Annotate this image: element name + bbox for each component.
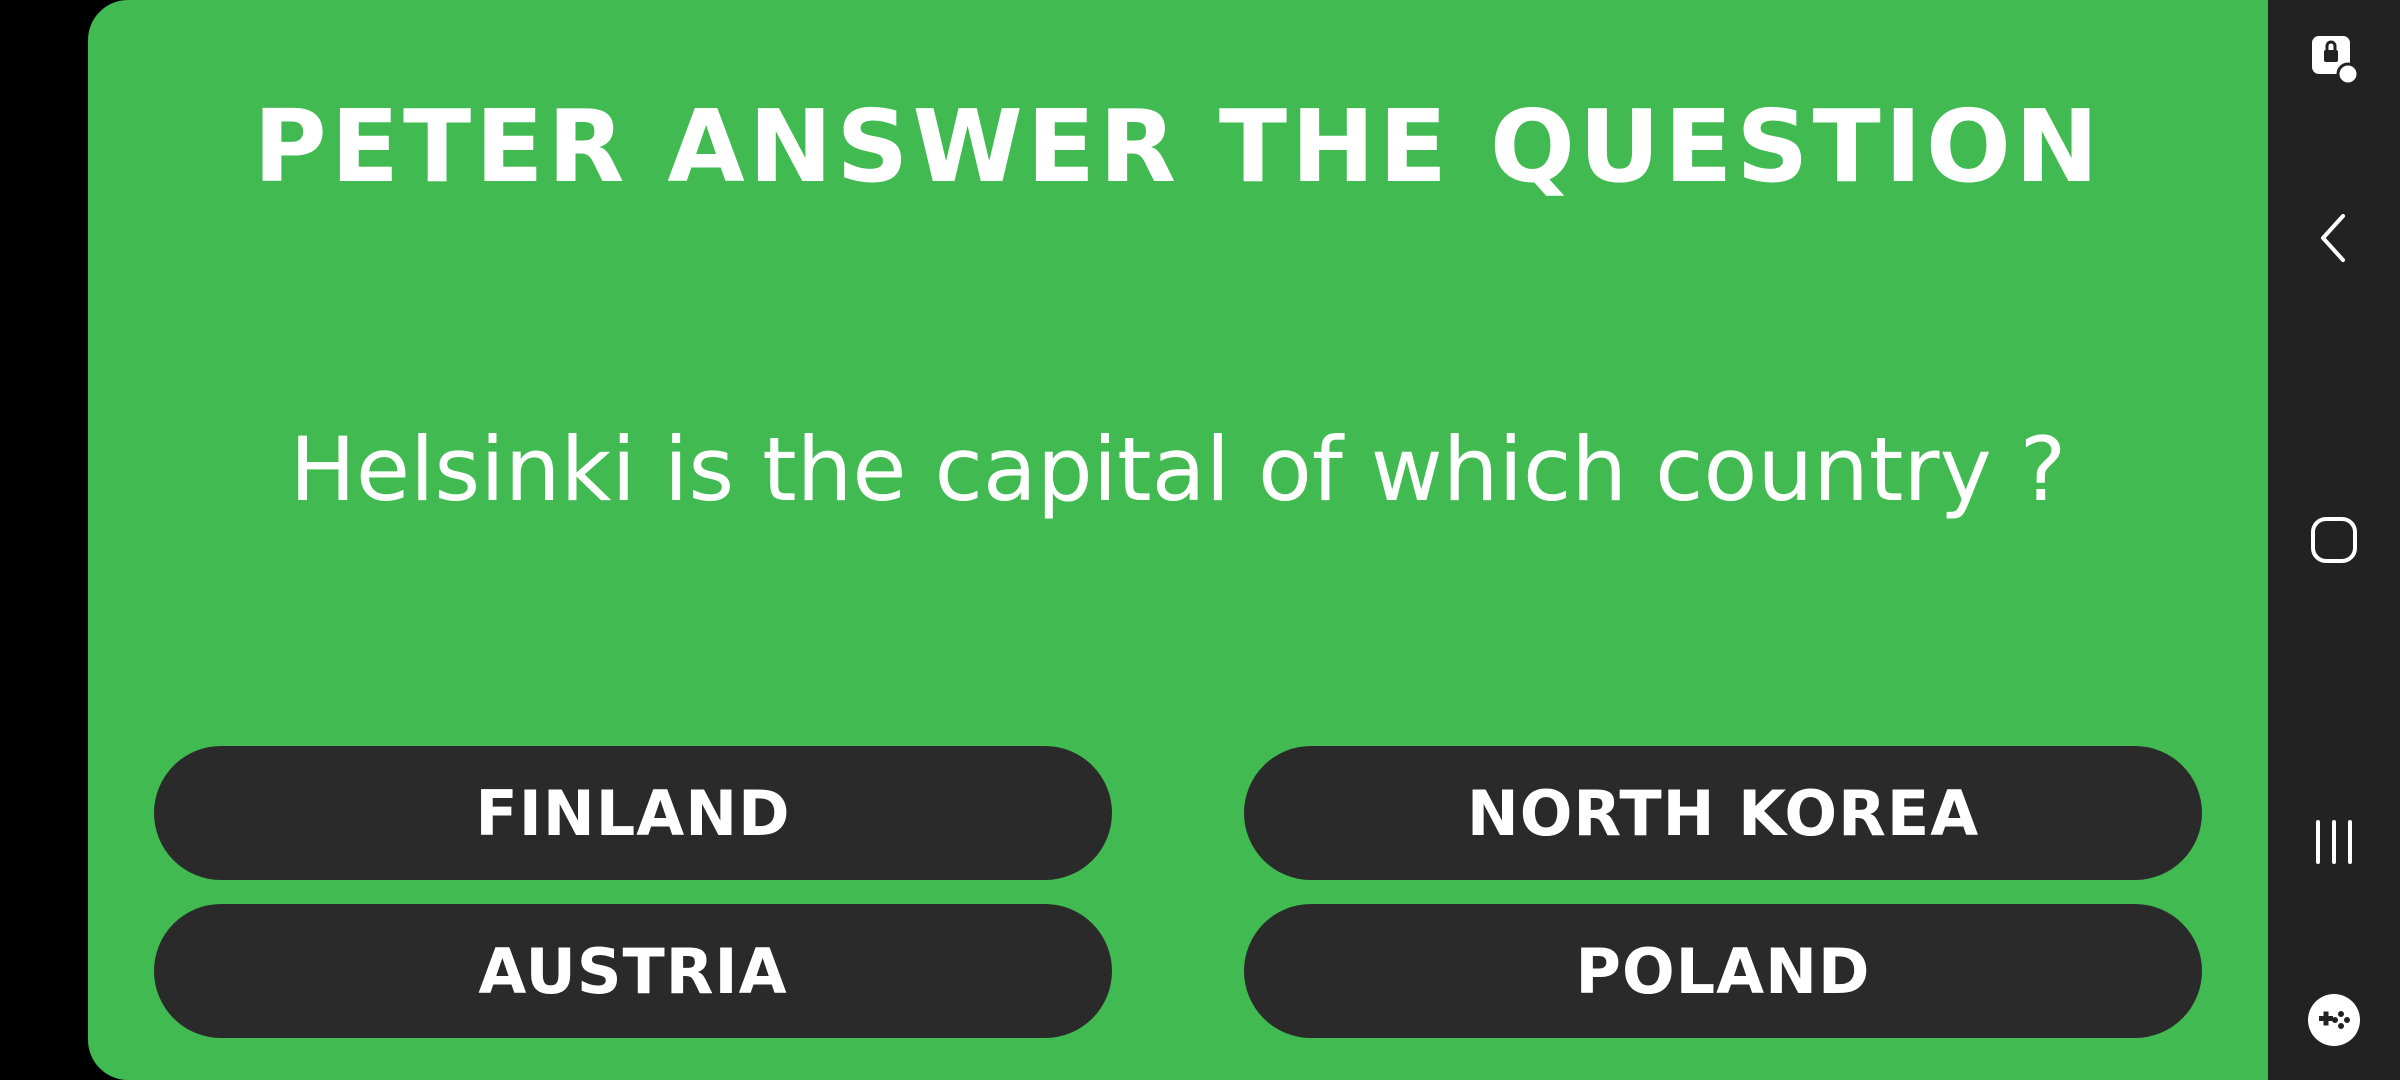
screen-lock-button[interactable] xyxy=(2268,20,2400,100)
back-icon xyxy=(2321,214,2345,262)
question-text: Helsinki is the capital of which country… xyxy=(289,418,2067,521)
home-icon xyxy=(2311,517,2357,563)
screen-lock-icon xyxy=(2312,36,2360,86)
back-button[interactable] xyxy=(2268,198,2400,278)
screen: PETER ANSWER THE QUESTION Helsinki is th… xyxy=(0,0,2400,1080)
answer-button-finland[interactable]: FINLAND xyxy=(154,746,1112,880)
quiz-panel: PETER ANSWER THE QUESTION Helsinki is th… xyxy=(88,0,2268,1080)
home-button[interactable] xyxy=(2268,500,2400,580)
quiz-heading: PETER ANSWER THE QUESTION xyxy=(253,88,2103,205)
system-nav-bar xyxy=(2268,0,2400,1080)
answer-button-austria[interactable]: AUSTRIA xyxy=(154,904,1112,1038)
answer-button-poland[interactable]: POLAND xyxy=(1244,904,2202,1038)
game-tools-button[interactable] xyxy=(2268,980,2400,1060)
recent-apps-button[interactable] xyxy=(2268,802,2400,882)
game-tools-icon xyxy=(2308,994,2360,1046)
answer-button-north-korea[interactable]: NORTH KOREA xyxy=(1244,746,2202,880)
recent-apps-icon xyxy=(2316,820,2352,864)
